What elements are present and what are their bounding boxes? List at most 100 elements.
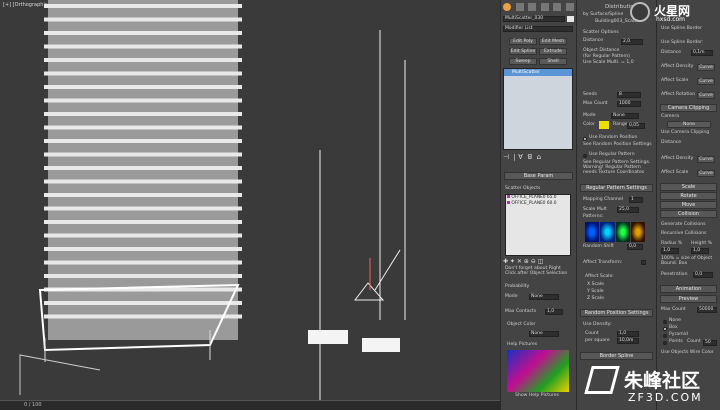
rotate-header[interactable]: Rotate xyxy=(660,192,717,200)
preview-points-radio[interactable] xyxy=(663,341,667,345)
distribution-subheader: by Surface/Spline xyxy=(583,12,624,17)
penetration-input[interactable]: 0,0 xyxy=(693,272,713,278)
object-name-field[interactable]: MultiScatter_030 xyxy=(503,16,565,22)
pattern-swatches[interactable] xyxy=(585,222,645,242)
radius-input[interactable]: 1,0 xyxy=(661,248,679,254)
random-shift-input[interactable]: 0,0 xyxy=(627,244,643,250)
watermark: 朱峰社区 ZF3D.COM xyxy=(584,364,718,408)
scale-mult-input[interactable]: 25,0 xyxy=(617,207,639,213)
list-item[interactable]: OFFICE_PLANE0 60.0 xyxy=(506,201,570,207)
move-header[interactable]: Move xyxy=(660,201,717,209)
count-input[interactable]: 1,0 xyxy=(617,331,639,337)
camera-affect-density-label: Affect Density xyxy=(661,156,694,161)
mapping-channel-input[interactable]: 1 xyxy=(629,197,643,203)
affect-scale-label: Affect Scale xyxy=(661,78,689,83)
preview-pyramid-label: Pyramid xyxy=(669,332,688,337)
animation-header[interactable]: Animation xyxy=(660,285,717,293)
color-swatch[interactable] xyxy=(599,121,609,129)
range-input[interactable]: 0,05 xyxy=(627,123,645,129)
watermark-url: ZF3D.COM xyxy=(628,391,703,404)
height-label: Height % xyxy=(691,241,713,246)
max-count-input[interactable]: 50000 xyxy=(697,307,717,313)
regular-note: See Regular Pattern Settings. Warning! R… xyxy=(583,160,651,175)
logo-icon xyxy=(630,2,650,22)
base-param-header[interactable]: Base Param xyxy=(504,172,573,180)
probability-label: Probability xyxy=(505,284,530,289)
scatter-objects-label: Scatter Objects xyxy=(505,186,541,191)
scatter-objects-list[interactable]: OFFICE_PLANE0 65.0 OFFICE_PLANE0 60.0 xyxy=(505,194,571,256)
modifier-stack[interactable]: MultiScatter xyxy=(503,68,573,150)
camera-density-curve-button[interactable]: Curve xyxy=(697,156,715,163)
border-spline-header[interactable]: Border Spline xyxy=(580,352,653,360)
extrude-button[interactable]: Extrude xyxy=(539,48,567,55)
use-random-position-radio[interactable] xyxy=(583,137,587,141)
edit-poly-button[interactable]: Edit Poly xyxy=(509,38,537,45)
preview-box-label: Box xyxy=(669,325,678,330)
camera-pick-button[interactable]: None xyxy=(667,121,711,128)
z-scale-label: Z Scale xyxy=(587,296,604,301)
show-help-button[interactable]: Show Help Pictures xyxy=(515,393,559,399)
preview-none-label: None xyxy=(669,318,681,323)
viewport[interactable]: [+] [Orthographic] [Realistic] xyxy=(0,0,500,410)
range-label: Range xyxy=(613,122,628,127)
stack-item-multiscatter[interactable]: MultiScatter xyxy=(504,69,572,76)
mode-dropdown[interactable]: None xyxy=(529,294,559,300)
mode-dropdown[interactable]: None xyxy=(611,113,639,119)
sweep-button[interactable]: Sweep xyxy=(509,58,537,65)
frame-counter: 0 / 100 xyxy=(24,402,42,408)
seeds-input[interactable]: 8 xyxy=(617,92,641,98)
use-spline-border-title: Use Spline Border xyxy=(661,26,703,31)
bbox-note: 100% = size of Object Bound. Box xyxy=(661,256,713,266)
timeline[interactable]: 0 / 100 xyxy=(0,400,500,410)
list-tools[interactable]: ✚ ✦ ✕ ⊕ ⊖ ◫ xyxy=(503,258,574,265)
points-count-input[interactable]: 50 xyxy=(703,340,717,346)
density-curve-button[interactable]: Curve xyxy=(697,64,715,71)
camera-label: Camera xyxy=(661,114,680,119)
camera-clipping-header[interactable]: Camera Clipping xyxy=(660,104,717,112)
distance-input[interactable]: 2,0 xyxy=(621,39,643,45)
object-color-swatch[interactable] xyxy=(567,16,574,22)
preview-header[interactable]: Preview xyxy=(660,295,717,303)
x-scale-label: X Scale xyxy=(587,282,604,287)
y-scale-label: Y Scale xyxy=(587,289,604,294)
right-settings-panel: Use Spline Border Use Spline Border: Dis… xyxy=(656,0,720,410)
use-camera-clipping-label: Use Camera Clipping xyxy=(661,130,710,135)
preview-none-radio[interactable] xyxy=(663,320,667,324)
scale-curve-button[interactable]: Curve xyxy=(697,78,715,85)
object-color-label: Object Color xyxy=(507,322,536,327)
watermark-cn: 朱峰社区 xyxy=(624,370,701,392)
object-color-dropdown[interactable]: None xyxy=(529,331,559,337)
hint-text: Don't forget about Right Click after Obj… xyxy=(505,266,568,276)
scale-header[interactable]: Scale xyxy=(660,183,717,191)
shell-button[interactable]: Shell xyxy=(539,58,567,65)
camera-scale-curve-button[interactable]: Curve xyxy=(697,170,715,177)
preview-box-radio[interactable] xyxy=(663,327,667,331)
edit-spline-button[interactable]: Edit Spline xyxy=(509,48,537,55)
rotation-curve-button[interactable]: Curve xyxy=(697,92,715,99)
affect-transform-checkbox[interactable] xyxy=(641,260,646,265)
scale-mult-label: Scale Mult xyxy=(583,207,607,212)
distance-label: Distance xyxy=(661,50,682,55)
random-position-settings-header[interactable]: Random Position Settings xyxy=(580,309,653,317)
max-contacts-input[interactable]: 1,0 xyxy=(545,309,563,315)
preview-pyramid-radio[interactable] xyxy=(663,334,667,338)
random-note: See Random Position Settings xyxy=(583,142,652,147)
logo-url: hxsd.com xyxy=(656,16,686,23)
mode-label: Mode xyxy=(505,294,518,299)
use-density-label: Use Density: xyxy=(583,322,612,327)
per-square-input[interactable]: 10,0m xyxy=(617,338,639,344)
command-tabs[interactable] xyxy=(503,3,574,13)
regular-pattern-settings-header[interactable]: Regular Pattern Settings xyxy=(580,184,653,192)
distance-input[interactable]: 0,1m xyxy=(691,50,713,56)
edit-mesh-button[interactable]: Edit Mesh xyxy=(539,38,567,45)
max-count-input[interactable]: 1000 xyxy=(617,101,641,107)
stack-tools[interactable]: ⊣ | ∀ ꓭ ⌂ xyxy=(503,154,574,164)
distribution-panel: Distribution by Surface/Spline Building0… xyxy=(576,0,656,410)
collision-header[interactable]: Collision xyxy=(660,210,717,218)
height-input[interactable]: 1,0 xyxy=(691,248,709,254)
use-regular-pattern-radio[interactable] xyxy=(583,154,587,158)
recursive-collisions-label: Recursive Collisions xyxy=(661,231,707,236)
max-count-label: Max Count xyxy=(583,101,608,106)
modifier-list-dropdown[interactable]: Modifier List xyxy=(503,26,573,32)
affect-rotation-label: Affect Rotation xyxy=(661,92,696,97)
